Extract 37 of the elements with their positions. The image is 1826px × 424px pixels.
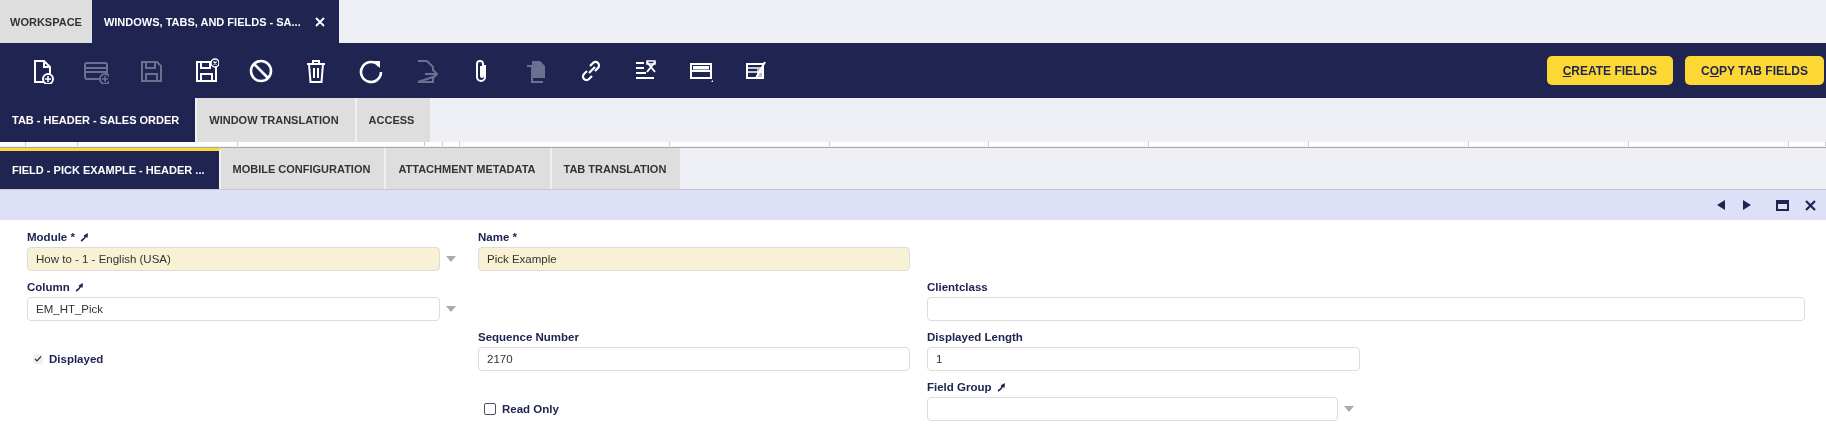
field-label: Sequence Number bbox=[478, 331, 579, 343]
close-icon[interactable] bbox=[1805, 199, 1816, 211]
tab[interactable]: WINDOW TRANSLATION bbox=[197, 98, 357, 142]
tab[interactable]: ACCESS bbox=[356, 98, 433, 142]
dropdown-field[interactable]: EM_HT_Pick bbox=[27, 297, 440, 321]
checkbox-label: Read Only bbox=[502, 403, 559, 415]
arrow-icon[interactable] bbox=[74, 282, 84, 292]
arrow-icon[interactable] bbox=[79, 232, 89, 242]
input-field[interactable]: 2170 bbox=[478, 347, 910, 371]
field-label: Module * bbox=[27, 231, 75, 243]
previous-icon[interactable] bbox=[1716, 199, 1726, 211]
window-tab[interactable]: WORKSPACE bbox=[0, 0, 92, 43]
tab[interactable]: MOBILE CONFIGURATION bbox=[220, 148, 387, 189]
dropdown-field[interactable]: How to - 1 - English (USA) bbox=[27, 247, 440, 271]
checkbox[interactable] bbox=[484, 403, 496, 415]
input-field[interactable] bbox=[927, 297, 1805, 321]
maximize-icon[interactable] bbox=[1776, 199, 1789, 211]
tab[interactable]: TAB - HEADER - SALES ORDER bbox=[0, 98, 198, 142]
field-label: Clientclass bbox=[927, 281, 988, 293]
tab[interactable]: ATTACHMENT METADATA bbox=[386, 148, 552, 189]
save-close-icon[interactable] bbox=[193, 57, 219, 84]
field-label: Displayed Length bbox=[927, 331, 1023, 343]
field-label: Column bbox=[27, 281, 70, 293]
input-field[interactable]: 1 bbox=[927, 347, 1360, 371]
field-label: Name * bbox=[478, 231, 517, 243]
tab[interactable]: FIELD - PICK EXAMPLE - HEADER ... bbox=[0, 148, 221, 189]
dropdown-field[interactable] bbox=[927, 397, 1338, 421]
input-field[interactable]: Pick Example bbox=[478, 247, 910, 271]
field-label: Field Group bbox=[927, 381, 992, 393]
action-button[interactable]: CREATE FIELDS bbox=[1546, 56, 1674, 85]
cancel-icon[interactable] bbox=[248, 57, 274, 84]
window-tab[interactable]: WINDOWS, TABS, AND FIELDS - SA... bbox=[91, 0, 339, 43]
arrow-icon[interactable] bbox=[996, 382, 1006, 392]
tab[interactable]: TAB TRANSLATION bbox=[551, 148, 683, 189]
checkbox-label: Displayed bbox=[49, 353, 104, 365]
next-icon[interactable] bbox=[1742, 199, 1752, 211]
action-button[interactable]: COPY TAB FIELDS bbox=[1685, 56, 1824, 85]
